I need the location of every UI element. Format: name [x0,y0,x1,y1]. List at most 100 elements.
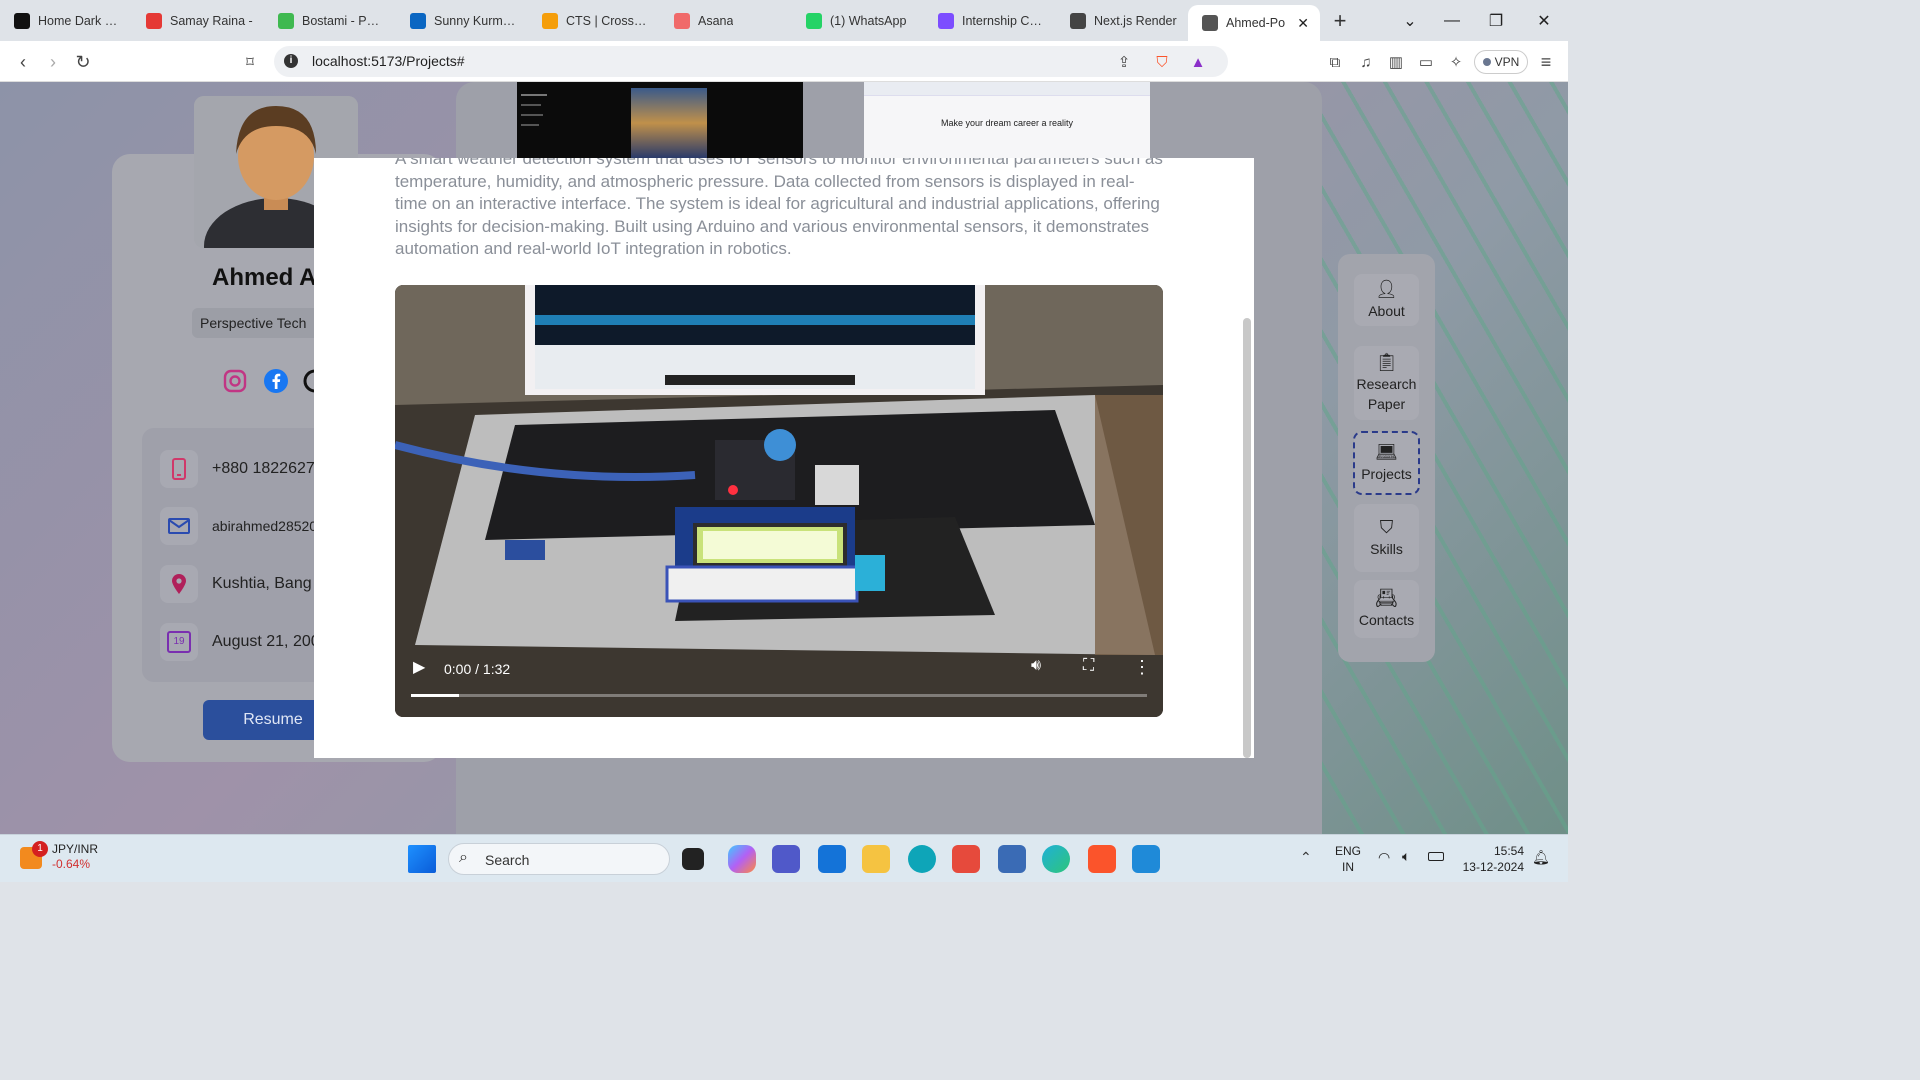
wifi-icon[interactable]: ◠ [1378,849,1390,866]
teams-icon[interactable] [772,845,800,873]
url-field[interactable]: i localhost:5173/Projects# ⇪ ⛉ ▲ [274,46,1228,77]
ticker-widget[interactable]: 1 JPY/INR -0.64% [16,841,98,871]
play-icon[interactable]: ▶ [413,657,425,677]
nav-item-label: Projects [1361,466,1412,482]
browser-tab[interactable]: Sunny Kurmi | L [396,0,528,41]
lang-top: ENG [1334,844,1361,858]
sidebar-icon[interactable]: ▥ [1386,52,1406,72]
tab-favicon-icon [146,12,162,29]
nav-item-projects[interactable]: 💻︎ Projects [1353,431,1420,495]
task-view-icon[interactable] [682,848,704,870]
nav-item-label: Skills [1370,541,1403,557]
browser-tab[interactable]: CTS | Cross the [528,0,660,41]
cortana-icon[interactable] [908,845,936,873]
clipboard-icon: 📋︎ [1375,352,1398,372]
bookmark-icon[interactable]: ⌑ [237,49,263,75]
minimize-button[interactable]: — [1430,0,1474,41]
menu-icon[interactable]: ≡ [1536,52,1556,72]
thumb-sidebar [521,90,561,150]
tab-bar: Home Dark - Tu Samay Raina - Bostami - Per… [0,0,1568,41]
user-icon: 👤︎ [1375,279,1398,299]
media-icon[interactable]: ♫ [1356,52,1376,72]
brave-shields-icon[interactable]: ⛉ [1152,52,1172,72]
search-label: Search [485,852,530,868]
nav-item-label: Research Paper [1356,376,1417,412]
tab-title: Ahmed-Po [1226,16,1286,30]
browser-tab[interactable]: Internship Certi [924,0,1056,41]
thumb-image [631,88,707,158]
ticker-change: -0.64% [52,857,91,871]
location-pin-icon [160,565,198,603]
nav-item-label: Contacts [1358,612,1415,628]
browser-tab[interactable]: (1) WhatsApp [792,0,924,41]
fullscreen-icon[interactable]: ⛶ [1083,657,1094,675]
share-icon[interactable]: ⇪ [1114,52,1134,72]
extensions-icon[interactable]: ⧉ [1325,52,1345,72]
volume-tray-icon[interactable]: 🔈︎ [1402,848,1410,865]
camera-icon[interactable] [952,845,980,873]
taskbar-search[interactable]: ⌕ Search [448,843,670,875]
vpn-button[interactable]: VPN [1474,50,1528,74]
start-icon[interactable] [408,845,436,873]
browser-tab[interactable]: Asana [660,0,792,41]
nav-item-contacts[interactable]: 📇︎ Contacts [1354,580,1419,638]
project-video[interactable]: ▶ 0:00 / 1:32 🔊︎ ⛶ ⋮ [395,285,1163,717]
page-viewport: Ahmed Al Perspective Tech +880 18226277 … [0,82,1568,834]
nav-item-skills[interactable]: ⛉ Skills [1354,504,1419,572]
battery-icon[interactable] [1428,852,1444,861]
browser-tab[interactable]: Ahmed-Po ✕ [1188,5,1320,41]
tab-title: Internship Certi [962,13,1045,28]
nav-item-label: About [1368,303,1405,319]
wallet-icon[interactable]: ▭ [1416,52,1436,72]
browser-tab[interactable]: Bostami - Perso [264,0,396,41]
clock-date: 13-12-2024 [1462,860,1524,874]
close-window-button[interactable]: ✕ [1522,0,1566,41]
language-indicator[interactable]: ENG IN [1330,843,1366,875]
notification-bell-icon[interactable]: 🔔︎ [1532,849,1550,866]
close-tab-icon[interactable]: ✕ [1297,15,1309,32]
browser-tab[interactable]: Home Dark - Tu [0,0,132,41]
tab-search-chevron-icon[interactable]: ⌄ [1388,0,1432,41]
store-icon[interactable] [818,845,846,873]
clock[interactable]: 15:54 13-12-2024 [1456,843,1524,875]
edge-icon[interactable] [1042,845,1070,873]
reload-button[interactable]: ↻ [70,49,96,75]
project-thumbnail-internshala[interactable]: Make your dream career a reality [864,82,1150,158]
copilot-icon[interactable] [728,845,756,873]
modal-scrollbar[interactable] [1243,318,1251,758]
brave-icon[interactable] [1088,845,1116,873]
side-navigation: 👤︎ About 📋︎ Research Paper 💻︎ Projects ⛉ Skills… [1338,254,1435,662]
video-time: 0:00 / 1:32 [444,661,511,677]
new-tab-button[interactable]: + [1320,8,1360,34]
nav-item-about[interactable]: 👤︎ About [1354,274,1419,326]
restore-button[interactable]: ❐ [1474,0,1518,41]
back-button[interactable]: ‹ [10,49,36,75]
site-info-icon[interactable]: i [284,54,298,68]
video-progress-bar[interactable] [411,694,1147,697]
project-thumbnail-instagram[interactable] [517,82,803,158]
tab-title: Asana [698,13,734,28]
tab-title: Next.js Render [1094,13,1177,28]
facebook-icon[interactable] [263,368,289,394]
forward-button[interactable]: › [40,49,66,75]
tab-favicon-icon [806,12,822,29]
volume-icon[interactable]: 🔊︎ [1031,657,1041,675]
leo-ai-icon[interactable]: ✧ [1446,52,1466,72]
calendar-icon: 19 [160,623,198,661]
browser-tab[interactable]: Samay Raina - [132,0,264,41]
tray-chevron-icon[interactable]: ⌃ [1300,849,1312,866]
more-options-icon[interactable]: ⋮ [1133,657,1151,678]
thumb-navbar [864,82,1150,96]
tab-favicon-icon [278,12,294,29]
vpn-status-dot [1482,58,1491,66]
nav-item-research-paper[interactable]: 📋︎ Research Paper [1354,346,1419,420]
remote-desktop-icon[interactable] [998,845,1026,873]
file-explorer-icon[interactable] [862,845,890,873]
browser-tab[interactable]: Next.js Render [1056,0,1188,41]
brave-rewards-icon[interactable]: ▲ [1188,52,1208,72]
instagram-icon[interactable] [222,368,248,394]
vscode-icon[interactable] [1132,845,1160,873]
phone-icon [160,450,198,488]
phone-number: +880 18226277 [212,460,324,477]
video-progress-fill [411,694,459,697]
